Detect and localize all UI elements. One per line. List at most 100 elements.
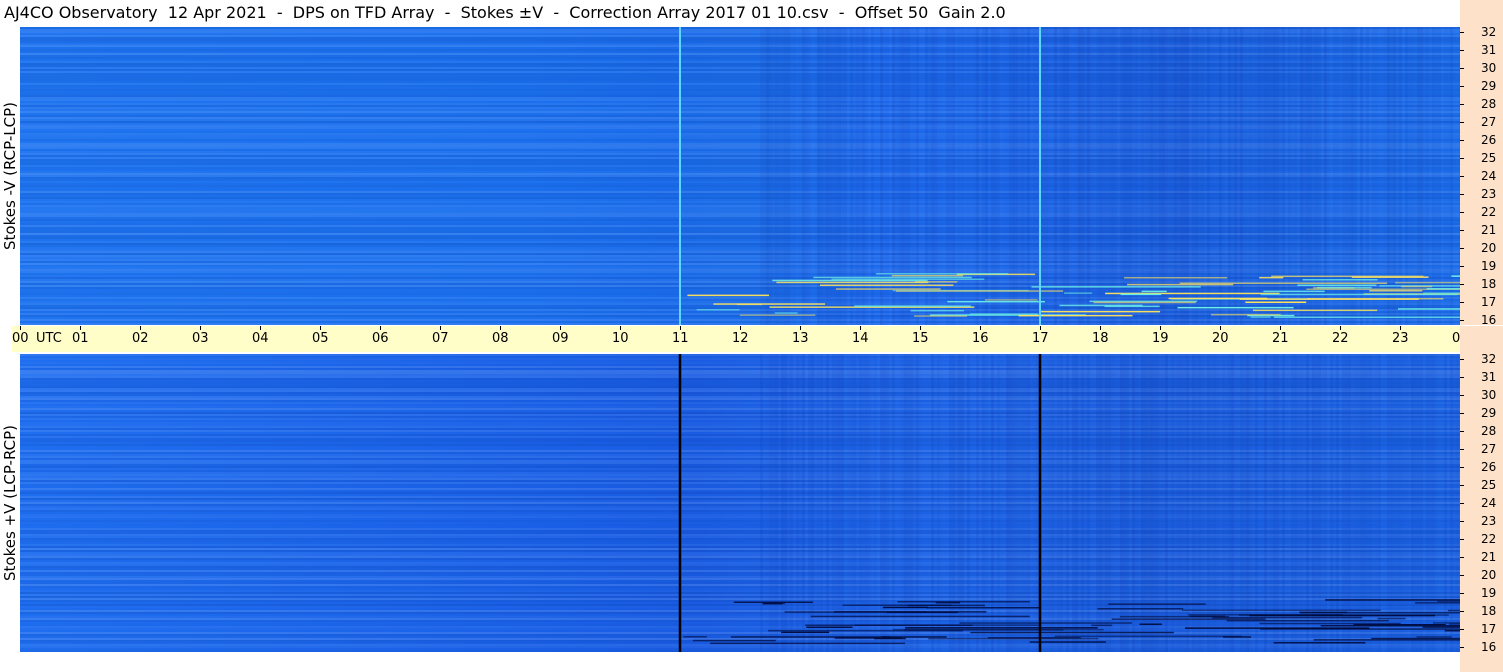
spectrogram-stripe — [967, 27, 970, 325]
spectrogram-stripe — [1234, 354, 1237, 652]
spectrogram-stripe — [1087, 354, 1090, 652]
y-label-top-wrap: Stokes -V (RCP-LCP) — [0, 27, 20, 325]
spectrogram-stripe — [1219, 354, 1222, 652]
spectrogram-stripe — [1186, 27, 1189, 325]
spectrogram-stripe — [1219, 27, 1222, 325]
spectrogram-streak — [1299, 611, 1348, 614]
spectrogram-stripe — [937, 27, 940, 325]
time-tick-label: 14 — [852, 331, 869, 346]
freq-axis-corner-top — [1460, 0, 1503, 27]
spectrogram-stripe — [820, 354, 823, 652]
freq-tick-label: 21 — [1481, 223, 1497, 237]
spectrogram-streak — [1111, 618, 1266, 620]
spectrogram-stripe — [793, 354, 796, 652]
spectrogram-stripe — [1141, 27, 1144, 325]
time-tick-mark — [1220, 326, 1221, 330]
spectrogram-stripe — [1126, 27, 1129, 325]
spectrogram-stripe — [763, 354, 766, 652]
freq-tick-mark — [1460, 104, 1464, 105]
freq-tick-mark — [1460, 467, 1464, 468]
time-tick-mark — [1340, 326, 1341, 330]
spectrogram-streak — [905, 627, 1098, 629]
spectrogram-stripe — [1279, 354, 1282, 652]
spectrogram-stripe — [1108, 27, 1111, 325]
spectrogram-streak — [947, 300, 1045, 303]
spectrogram-stripe — [1102, 27, 1105, 325]
spectrogram-stripe — [1447, 27, 1450, 325]
spectrogram-stripe — [787, 354, 790, 652]
time-tick-mark — [1400, 326, 1401, 330]
y-label-top: Stokes -V (RCP-LCP) — [1, 102, 19, 250]
spectrogram-streak — [1097, 608, 1184, 610]
spectrogram-stripe — [1357, 354, 1360, 652]
spectrogram-stripe — [1042, 27, 1045, 325]
spectrogram-stripe — [1339, 354, 1342, 652]
spectrogram-streak — [987, 637, 1081, 639]
spectrogram-stripe — [796, 354, 799, 652]
spectrogram-streak — [1260, 293, 1458, 296]
spectrogram-streak — [910, 309, 964, 312]
freq-tick-label: 20 — [1481, 241, 1497, 255]
spectrogram-stripe — [1066, 354, 1069, 652]
spectrogram-stripe — [760, 354, 763, 652]
freq-tick-label: 23 — [1481, 514, 1497, 528]
spectrogram-streak — [1263, 290, 1325, 293]
utc-label: UTC — [36, 331, 62, 346]
spectrogram-stripe — [1048, 354, 1051, 652]
time-tick-mark — [560, 326, 561, 330]
spectrogram-stripe — [1084, 27, 1087, 325]
spectrogram-stripe — [1006, 27, 1009, 325]
spectrogram-stripe — [1312, 354, 1315, 652]
freq-tick-label: 22 — [1481, 205, 1497, 219]
spectrogram-stripe — [1426, 27, 1429, 325]
freq-tick-mark — [1460, 413, 1464, 414]
spectrogram-stripe — [859, 354, 862, 652]
spectrogram-stripe — [1105, 354, 1108, 652]
time-tick-label: 18 — [1092, 331, 1109, 346]
spectrogram-stripe — [1426, 354, 1429, 652]
freq-axis-corner-bottom — [1460, 652, 1503, 672]
spectrogram-stripe — [1117, 27, 1120, 325]
time-tick-label: 19 — [1152, 331, 1169, 346]
freq-tick-label: 19 — [1481, 259, 1497, 273]
spectrogram-streak — [1447, 609, 1460, 612]
spectrogram-stripe — [823, 354, 826, 652]
spectrogram-stripe — [1060, 27, 1063, 325]
spectrogram-stripe — [802, 354, 805, 652]
spectrogram-streak — [1260, 628, 1460, 630]
spectrogram-streak — [1245, 301, 1307, 303]
spectrogram-stripe — [1045, 354, 1048, 652]
spectrogram-streak — [1353, 624, 1446, 626]
spectrogram-stripe — [1231, 27, 1234, 325]
spectrogram-stripe — [1225, 27, 1228, 325]
spectrogram-stripe — [1330, 354, 1333, 652]
freq-tick-label: 29 — [1481, 79, 1497, 93]
spectrogram-stripe — [1288, 27, 1291, 325]
spectrogram-stripe — [1270, 27, 1273, 325]
spectrogram-stripe — [1363, 354, 1366, 652]
spectrogram-stripe — [1153, 27, 1156, 325]
spectrogram-stripe — [1390, 354, 1393, 652]
spectrogram-stripe — [1420, 27, 1423, 325]
spectrogram-streak — [1302, 279, 1378, 281]
spectrogram-stripe — [877, 354, 880, 652]
spectrogram-stripe — [1258, 354, 1261, 652]
freq-tick-mark — [1460, 611, 1464, 612]
spectrogram-streak — [854, 305, 971, 307]
spectrogram-stripe — [1423, 27, 1426, 325]
spectrogram-stripe — [1216, 354, 1219, 652]
spectrogram-streak — [834, 611, 987, 613]
time-tick-mark — [680, 326, 681, 330]
spectrogram-stripe — [949, 27, 952, 325]
spectrogram-stripe — [1099, 27, 1102, 325]
spectrogram-stripe — [1132, 354, 1135, 652]
freq-tick-mark — [1460, 521, 1464, 522]
freq-tick-label: 19 — [1481, 586, 1497, 600]
spectrogram-stripe — [766, 27, 769, 325]
spectrogram-stripe — [1444, 354, 1447, 652]
spectrogram-streak — [1317, 286, 1372, 289]
y-label-bottom-wrap: Stokes +V (LCP-RCP) — [0, 354, 20, 652]
freq-tick-label: 18 — [1481, 604, 1497, 618]
time-tick-mark — [380, 326, 381, 330]
spectrogram-stripe — [1228, 27, 1231, 325]
